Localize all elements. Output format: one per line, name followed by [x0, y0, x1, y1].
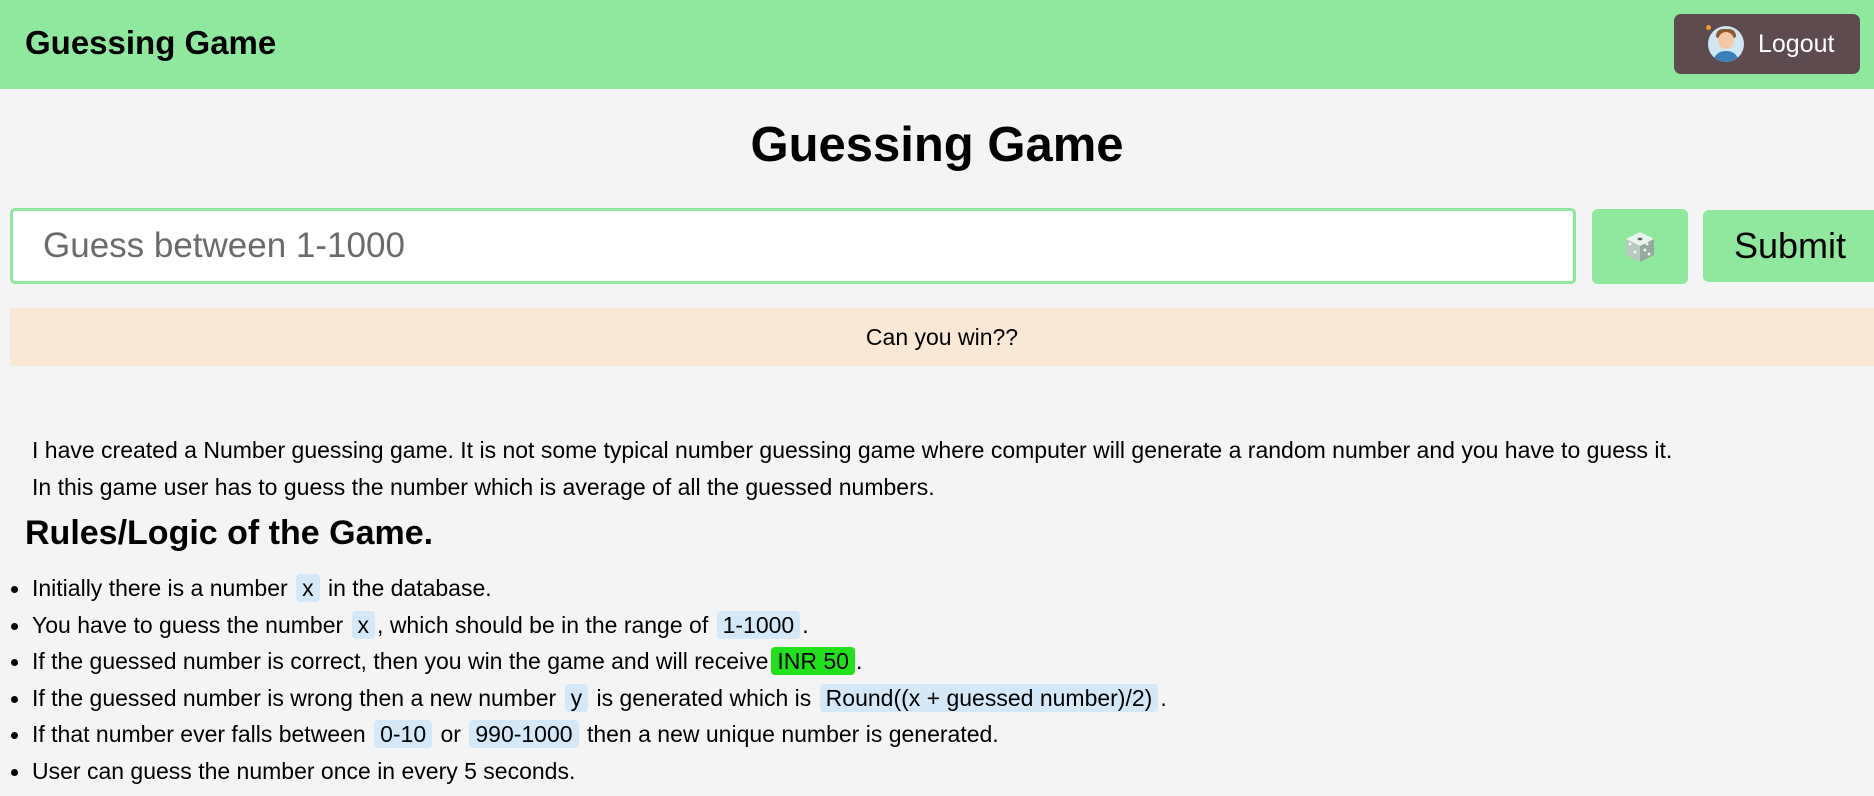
inline-code: x — [351, 610, 376, 639]
inline-code: Round((x + guessed number)/2) — [819, 683, 1159, 712]
rule-item: Initially there is a number x in the dat… — [11, 570, 1167, 607]
dice-icon — [1626, 231, 1654, 262]
rule-item: If that number ever falls between 0-10 o… — [11, 716, 1167, 753]
guess-input[interactable] — [10, 208, 1576, 284]
description-line: In this game user has to guess the numbe… — [32, 474, 935, 500]
status-banner: Can you win?? — [10, 308, 1874, 366]
rules-heading: Rules/Logic of the Game. — [25, 514, 434, 552]
notification-dot-icon — [1706, 25, 1711, 30]
description-line: I have created a Number guessing game. I… — [32, 437, 1673, 463]
inline-code: 1-1000 — [716, 610, 801, 639]
user-avatar-icon — [1708, 26, 1744, 62]
page-title: Guessing Game — [750, 118, 1124, 172]
inline-code: 0-10 — [374, 720, 433, 748]
rule-item: You have to guess the number x, which sh… — [11, 607, 1167, 644]
rules-list: Initially there is a number x in the dat… — [11, 570, 1167, 790]
brand-title[interactable]: Guessing Game — [25, 24, 276, 62]
inline-code: 990-1000 — [469, 720, 579, 748]
inline-code: y — [564, 683, 589, 712]
inline-code: x — [296, 574, 320, 602]
logout-label: Logout — [1758, 29, 1835, 58]
rule-item: User can guess the number once in every … — [11, 753, 1167, 790]
rule-item: If the guessed number is wrong then a ne… — [11, 680, 1167, 717]
navbar: Guessing Game Logout — [0, 0, 1874, 89]
game-description: I have created a Number guessing game. I… — [32, 432, 1852, 506]
prize-badge: INR 50 — [771, 647, 855, 675]
logout-button[interactable]: Logout — [1674, 14, 1860, 74]
submit-button[interactable]: Submit — [1703, 210, 1874, 282]
random-dice-button[interactable] — [1592, 209, 1688, 284]
rule-item: If the guessed number is correct, then y… — [11, 643, 1167, 680]
